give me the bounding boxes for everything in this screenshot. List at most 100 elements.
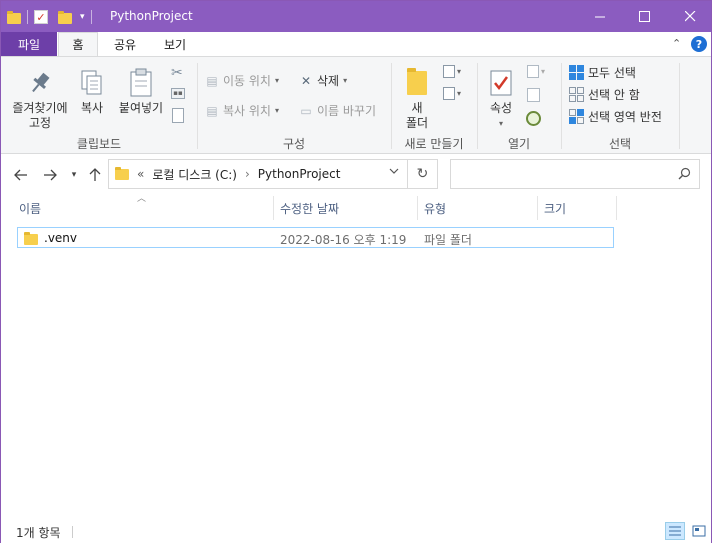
tab-view[interactable]: 보기 bbox=[153, 32, 197, 56]
navigation-bar: ▾ « 로컬 디스크 (C:) › PythonProject ↻ bbox=[1, 154, 711, 194]
open-icon[interactable]: ▾ bbox=[527, 65, 545, 78]
properties-label: 속성 bbox=[489, 101, 513, 115]
rename-icon: ▭ bbox=[300, 103, 312, 118]
properties-button[interactable]: 속성 ▾ bbox=[483, 67, 519, 131]
quick-access-toolbar: ✓ ▾ bbox=[7, 7, 94, 27]
address-folder-icon bbox=[115, 166, 129, 180]
details-view-icon bbox=[669, 526, 681, 536]
properties-check-icon[interactable]: ✓ bbox=[34, 10, 48, 24]
delete-button[interactable]: ✕ 삭제 ▾ bbox=[299, 72, 347, 89]
minimize-button[interactable] bbox=[577, 1, 623, 32]
file-row[interactable]: .venv 2022-08-16 오후 1:19 파일 폴더 bbox=[17, 227, 614, 248]
column-divider[interactable] bbox=[616, 196, 617, 220]
delete-label: 삭제 bbox=[317, 74, 340, 88]
organize-group-label: 구성 bbox=[282, 137, 306, 151]
easy-access-icon[interactable]: ▾ bbox=[443, 87, 461, 100]
edit-icon[interactable] bbox=[527, 88, 540, 102]
select-all-icon bbox=[569, 65, 584, 80]
paste-button[interactable]: 붙여넣기 bbox=[115, 67, 167, 116]
chevron-down-icon: ▾ bbox=[498, 119, 503, 128]
close-button[interactable] bbox=[667, 1, 712, 32]
help-icon[interactable]: ? bbox=[691, 36, 707, 52]
breadcrumb-python-project[interactable]: PythonProject bbox=[258, 167, 341, 181]
item-count: 1개 항목 bbox=[16, 526, 61, 540]
arrow-left-icon bbox=[14, 169, 27, 181]
large-icons-view-button[interactable] bbox=[689, 522, 709, 540]
status-bar: 1개 항목 bbox=[1, 519, 711, 543]
tab-share[interactable]: 공유 bbox=[103, 32, 147, 56]
copy-to-label: 복사 위치 bbox=[223, 104, 271, 118]
column-divider[interactable] bbox=[273, 196, 274, 220]
breadcrumb-overflow[interactable]: « bbox=[137, 167, 144, 181]
pin-to-quick-access-button[interactable]: 즐겨찾기에 고정 bbox=[7, 67, 73, 131]
tab-home[interactable]: 홈 bbox=[58, 32, 98, 56]
file-date: 2022-08-16 오후 1:19 bbox=[280, 233, 407, 247]
select-all-button[interactable]: 모두 선택 bbox=[569, 64, 636, 81]
history-icon[interactable] bbox=[526, 111, 541, 126]
back-button[interactable] bbox=[12, 166, 30, 184]
column-header-size[interactable]: 크기 bbox=[544, 196, 616, 220]
column-header-date[interactable]: 수정한 날짜 bbox=[280, 196, 416, 220]
copy-to-button[interactable]: ▤ 복사 위치 ▾ bbox=[205, 102, 279, 119]
minimize-icon bbox=[594, 16, 605, 18]
paste-label: 붙여넣기 bbox=[118, 101, 164, 115]
open-group-label: 열기 bbox=[507, 137, 531, 151]
details-view-button[interactable] bbox=[665, 522, 685, 540]
refresh-icon: ↻ bbox=[416, 166, 429, 182]
cut-icon[interactable]: ✂ bbox=[171, 65, 183, 81]
move-to-label: 이동 위치 bbox=[223, 74, 271, 88]
rename-label: 이름 바꾸기 bbox=[317, 104, 377, 118]
select-none-icon bbox=[569, 87, 584, 102]
select-group-label: 선택 bbox=[608, 137, 632, 151]
pin-label: 즐겨찾기에 고정 bbox=[12, 101, 68, 130]
move-to-icon: ▤ bbox=[206, 73, 218, 88]
collapse-ribbon-icon[interactable]: ⌃ bbox=[672, 37, 681, 50]
up-button[interactable] bbox=[86, 166, 104, 184]
column-header-name[interactable]: 이름 bbox=[19, 196, 273, 220]
rename-button[interactable]: ▭ 이름 바꾸기 bbox=[299, 102, 376, 119]
file-type: 파일 폴더 bbox=[424, 233, 472, 247]
window-title: PythonProject bbox=[110, 9, 193, 23]
forward-button[interactable] bbox=[41, 166, 59, 184]
copy-path-icon[interactable]: ▪▪ bbox=[171, 88, 185, 99]
paste-icon bbox=[130, 68, 152, 97]
app-folder-icon bbox=[7, 11, 21, 24]
address-bar[interactable]: « 로컬 디스크 (C:) › PythonProject bbox=[108, 159, 408, 189]
chevron-down-icon: ▾ bbox=[71, 170, 77, 180]
breadcrumb-local-disk[interactable]: 로컬 디스크 (C:) bbox=[152, 166, 237, 183]
refresh-button[interactable]: ↻ bbox=[408, 159, 438, 189]
select-all-label: 모두 선택 bbox=[588, 66, 636, 80]
column-divider[interactable] bbox=[537, 196, 538, 220]
new-folder-qat-icon[interactable] bbox=[58, 11, 72, 24]
copy-label: 복사 bbox=[80, 101, 104, 115]
copy-to-icon: ▤ bbox=[206, 103, 218, 118]
chevron-down-icon: ▾ bbox=[274, 76, 279, 85]
copy-button[interactable]: 복사 bbox=[77, 67, 107, 116]
arrow-right-icon bbox=[44, 169, 57, 181]
maximize-button[interactable] bbox=[621, 1, 667, 32]
status-separator bbox=[72, 526, 73, 538]
recent-locations-button[interactable]: ▾ bbox=[65, 166, 83, 184]
properties-icon bbox=[490, 70, 512, 96]
select-none-button[interactable]: 선택 안 함 bbox=[569, 86, 640, 103]
pin-icon bbox=[32, 72, 50, 93]
group-separator bbox=[679, 63, 680, 149]
search-input[interactable] bbox=[450, 159, 700, 189]
maximize-icon bbox=[638, 11, 650, 22]
paste-shortcut-icon[interactable] bbox=[172, 108, 184, 123]
invert-selection-label: 선택 영역 반전 bbox=[588, 110, 662, 124]
new-item-icon[interactable]: ▾ bbox=[443, 65, 461, 78]
column-divider[interactable] bbox=[417, 196, 418, 220]
tab-file[interactable]: 파일 bbox=[1, 32, 57, 56]
explorer-window: ✓ ▾ PythonProject 파일 홈 공유 보기 ⌃ ? 즐겨찾기에 고… bbox=[0, 0, 712, 543]
invert-selection-button[interactable]: 선택 영역 반전 bbox=[569, 108, 662, 125]
address-history-button[interactable] bbox=[389, 167, 399, 178]
customize-qat-icon[interactable]: ▾ bbox=[80, 12, 85, 22]
select-none-label: 선택 안 함 bbox=[588, 88, 640, 102]
delete-x-icon: ✕ bbox=[300, 73, 312, 88]
move-to-button[interactable]: ▤ 이동 위치 ▾ bbox=[205, 72, 279, 89]
new-folder-button[interactable]: 새 폴더 bbox=[399, 67, 435, 131]
chevron-down-icon bbox=[389, 168, 399, 174]
chevron-down-icon: ▾ bbox=[274, 106, 279, 115]
column-header-type[interactable]: 유형 bbox=[424, 196, 536, 220]
